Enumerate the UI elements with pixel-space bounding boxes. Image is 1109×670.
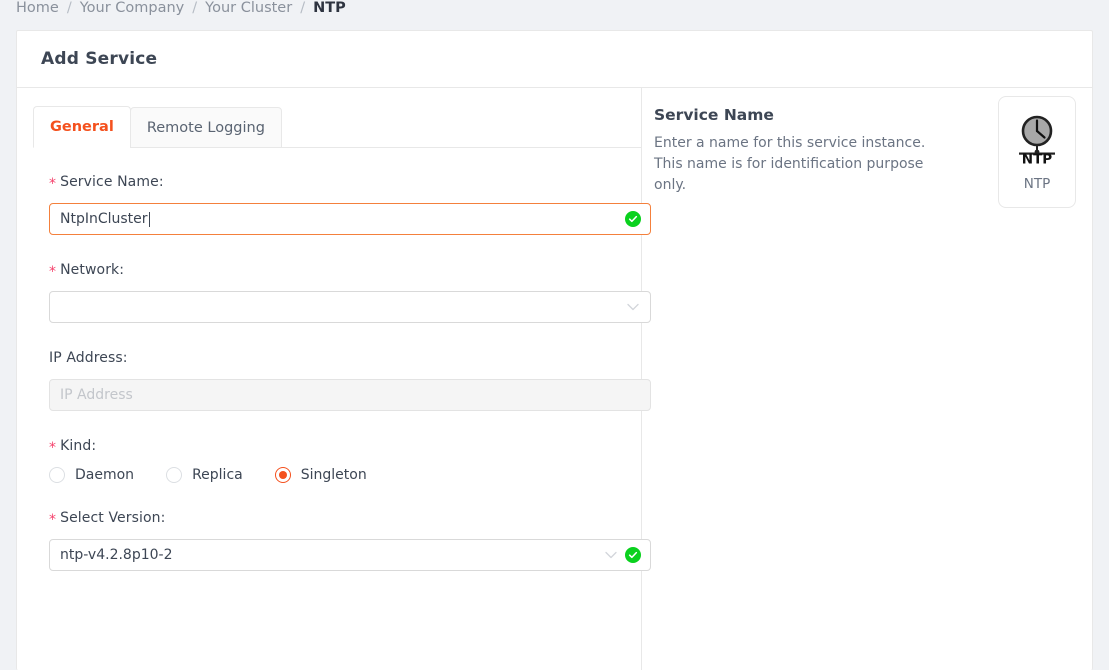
card-header: Add Service <box>17 31 1092 88</box>
breadcrumb-separator: / <box>66 0 72 16</box>
breadcrumb-separator: / <box>300 0 306 16</box>
ip-address-label: IP Address: <box>49 350 609 366</box>
radio-circle-icon <box>49 467 65 483</box>
network-label-text: Network <box>60 262 120 278</box>
card-body: General Remote Logging * Service Name: Nt… <box>17 88 1092 670</box>
field-network: * Network: <box>49 262 651 323</box>
ip-address-label-suffix: : <box>122 350 128 366</box>
service-icon-card: NTP NTP <box>998 96 1076 208</box>
network-label-suffix: : <box>119 262 125 278</box>
select-version-control: ntp-v4.2.8p10-2 <box>49 539 651 571</box>
service-name-label: * Service Name: <box>49 174 609 192</box>
field-service-name: * Service Name: NtpInCluster <box>49 174 651 235</box>
field-select-version: * Select Version: ntp-v4.2.8p10-2 <box>49 510 651 571</box>
kind-radio-daemon[interactable]: Daemon <box>49 467 134 483</box>
breadcrumb-separator: / <box>192 0 198 16</box>
help-pane: Service Name Enter a name for this servi… <box>642 88 1092 670</box>
select-version-label-text: Select Version <box>60 510 161 526</box>
ip-address-label-text: IP Address <box>49 350 123 366</box>
required-asterisk-icon: * <box>49 264 57 280</box>
tab-general-label: General <box>50 119 114 135</box>
tab-remote-logging-label: Remote Logging <box>146 119 265 136</box>
radio-circle-icon <box>166 467 183 483</box>
kind-radio-replica[interactable]: Replica <box>166 467 243 483</box>
kind-radio-replica-label: Replica <box>192 467 243 483</box>
help-description: Enter a name for this service instance. … <box>654 135 926 193</box>
breadcrumb-item-ntp: NTP <box>313 0 346 16</box>
help-content: Service Name Enter a name for this servi… <box>654 106 984 196</box>
kind-radio-group: Daemon Replica Singleton <box>49 467 609 483</box>
select-version-label-suffix: : <box>160 510 166 526</box>
required-asterisk-icon: * <box>49 512 57 528</box>
service-name-control: NtpInCluster <box>49 203 651 235</box>
tab-bar: General Remote Logging <box>17 102 641 148</box>
form-pane: General Remote Logging * Service Name: Nt… <box>17 88 651 670</box>
select-version-label: * Select Version: <box>49 510 609 528</box>
kind-label-text: Kind <box>60 438 92 454</box>
ntp-clock-icon: NTP <box>1009 109 1065 168</box>
service-name-valid-check-circle-icon <box>625 211 641 227</box>
tab-remote-logging[interactable]: Remote Logging <box>129 107 282 148</box>
network-select[interactable] <box>49 291 651 323</box>
tab-general[interactable]: General <box>33 106 131 148</box>
service-name-label-suffix: : <box>158 174 164 190</box>
breadcrumb: Home / Your Company / Your Cluster / NTP <box>16 0 346 22</box>
page-title: Add Service <box>41 49 158 69</box>
kind-radio-daemon-label: Daemon <box>75 467 135 483</box>
required-asterisk-icon: * <box>49 440 57 456</box>
service-name-input[interactable]: NtpInCluster <box>49 203 651 235</box>
field-ip-address: IP Address: IP Address <box>49 350 651 411</box>
kind-label-suffix: : <box>91 438 97 454</box>
text-cursor <box>148 211 150 227</box>
select-version-valid-check-circle-icon <box>625 547 641 563</box>
ip-address-input[interactable]: IP Address <box>49 379 651 411</box>
service-name-value: NtpInCluster <box>60 211 148 227</box>
required-asterisk-icon: * <box>49 176 57 192</box>
breadcrumb-item-home[interactable]: Home <box>16 0 59 16</box>
breadcrumb-item-your-company[interactable]: Your Company <box>80 0 185 16</box>
network-label: * Network: <box>49 262 609 280</box>
field-kind: * Kind: Daemon Replica Singleton <box>49 438 609 483</box>
ip-address-placeholder: IP Address <box>60 387 133 403</box>
kind-label: * Kind: <box>49 438 609 456</box>
service-name-label-text: Service Name <box>60 174 159 190</box>
network-control <box>49 291 651 323</box>
form-fields: * Service Name: NtpInCluster * Network: … <box>17 148 651 571</box>
breadcrumb-item-your-cluster[interactable]: Your Cluster <box>205 0 292 16</box>
radio-circle-selected-icon <box>274 467 291 483</box>
ip-address-control: IP Address <box>49 379 651 411</box>
kind-radio-singleton-label: Singleton <box>300 467 367 483</box>
service-icon-caption: NTP <box>1023 176 1051 192</box>
select-version-select[interactable]: ntp-v4.2.8p10-2 <box>49 539 651 571</box>
help-title: Service Name <box>654 106 774 124</box>
select-version-value: ntp-v4.2.8p10-2 <box>60 547 173 563</box>
add-service-card: Add Service General Remote Logging * Serv… <box>16 30 1093 670</box>
svg-text:NTP: NTP <box>1022 152 1053 166</box>
kind-radio-singleton[interactable]: Singleton <box>274 467 367 483</box>
